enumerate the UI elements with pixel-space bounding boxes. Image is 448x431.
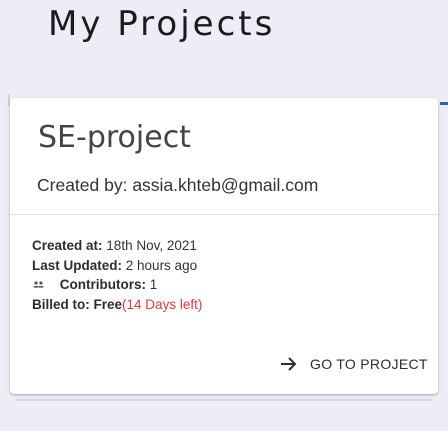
card-divider — [10, 214, 438, 215]
go-to-project-label: GO TO PROJECT — [310, 356, 428, 372]
contributors-value: 1 — [149, 277, 158, 292]
last-updated-row: Last Updated: 2 hours ago — [32, 256, 202, 276]
arrow-right-icon — [280, 356, 298, 372]
billed-plan: Free — [93, 296, 123, 312]
project-name: SE-project — [38, 120, 191, 155]
created-at-label: Created at: — [32, 238, 103, 253]
created-at-row: Created at: 18th Nov, 2021 — [32, 236, 202, 256]
project-card: SE-project Created by: assia.khteb@gmail… — [10, 98, 438, 394]
people-icon — [32, 280, 46, 290]
page-title: My Projects — [48, 4, 276, 44]
project-details: Created at: 18th Nov, 2021 Last Updated:… — [32, 236, 202, 314]
projects-page: My Projects SE-project Created by: assia… — [0, 0, 448, 431]
card-bottom-shadow — [16, 399, 432, 401]
created-at-value: 18th Nov, 2021 — [106, 238, 197, 253]
contributors-row: Contributors: 1 — [32, 275, 202, 295]
billed-label: Billed to: — [32, 296, 90, 312]
project-created-by: Created by: assia.khteb@gmail.com — [37, 175, 319, 195]
last-updated-value: 2 hours ago — [125, 257, 198, 273]
billed-row: Billed to: Free(14 Days left) — [32, 295, 202, 315]
last-updated-label: Last Updated: — [32, 257, 123, 273]
billed-days-left: (14 Days left) — [122, 296, 203, 312]
right-edge-marker — [440, 102, 448, 105]
contributors-label: Contributors: — [59, 277, 146, 292]
go-to-project-button[interactable]: GO TO PROJECT — [280, 356, 428, 372]
